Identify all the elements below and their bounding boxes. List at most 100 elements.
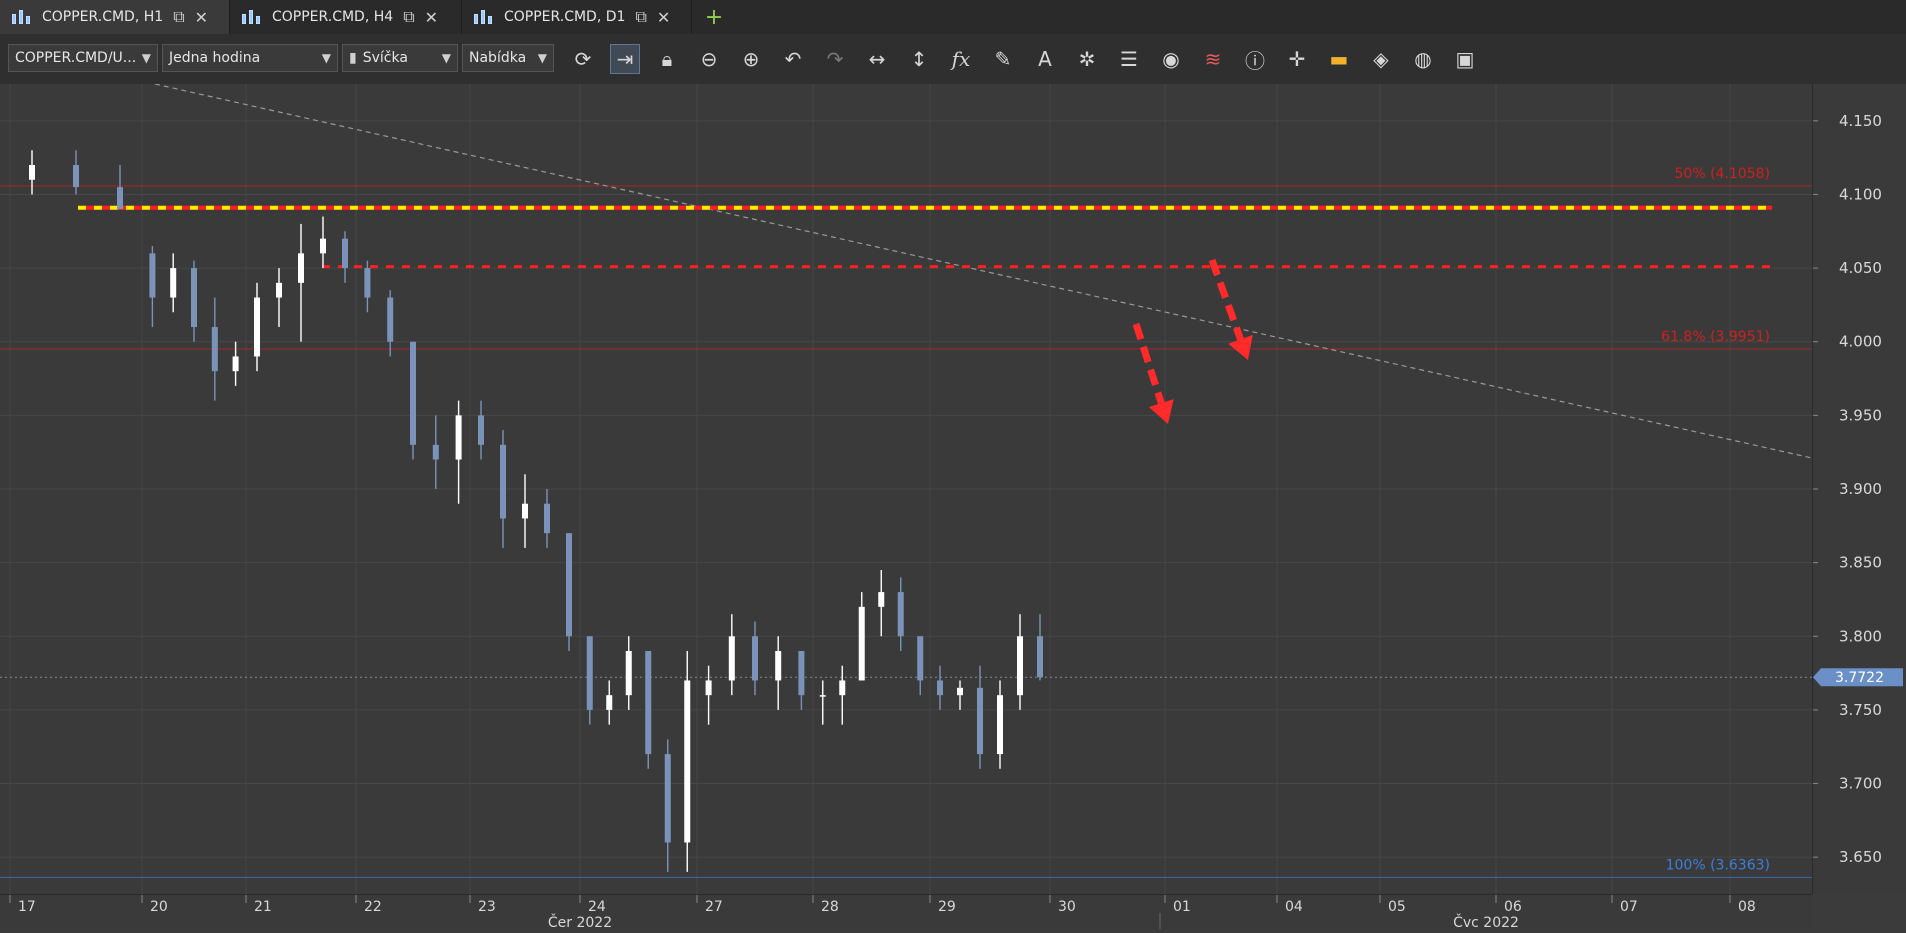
save-icon[interactable]: ▣: [1450, 44, 1480, 74]
close-icon[interactable]: ✕: [657, 8, 670, 27]
detach-icon[interactable]: ⧉: [635, 7, 646, 27]
lock-icon[interactable]: 🔒︎: [652, 44, 682, 74]
candle-body: [645, 651, 652, 755]
text-icon[interactable]: A: [1030, 44, 1060, 74]
candlestick-icon: ▮: [349, 50, 357, 66]
layers-icon[interactable]: ☰: [1114, 44, 1144, 74]
candle-body: [586, 636, 593, 710]
price-tick-label: 4.000: [1839, 333, 1882, 351]
add-chart-icon[interactable]: +: [700, 0, 728, 34]
candle-body: [73, 165, 79, 188]
info-icon[interactable]: ⓘ: [1240, 44, 1270, 74]
redo-icon[interactable]: ↷: [820, 44, 850, 74]
candle-body: [858, 606, 865, 681]
candle-body: [798, 651, 805, 696]
time-tick-label: 06: [1504, 899, 1522, 915]
period-select[interactable]: Jedna hodina ▼: [162, 44, 338, 72]
tab-copper-h4[interactable]: COPPER.CMD, H4 ⧉ ✕: [230, 0, 462, 34]
objects-icon[interactable]: ✲: [1072, 44, 1102, 74]
fib-level-label: 61.8% (3.9951): [1661, 329, 1770, 345]
detach-icon[interactable]: ⧉: [403, 7, 414, 27]
price-axis-svg: 4.150 4.100 4.050 4.000 3.950 3.900 3.850 3.800…: [1813, 112, 1903, 866]
instrument-select[interactable]: COPPER.CMD/U... ▼: [8, 44, 158, 72]
zoom-icon[interactable]: ⊕: [736, 44, 766, 74]
chevron-down-icon: ▼: [141, 51, 151, 65]
detach-icon[interactable]: ⧉: [173, 7, 184, 27]
month-label: Čvc 2022: [1453, 913, 1519, 929]
price-tick-label: 3.900: [1839, 480, 1882, 498]
chart-area[interactable]: 50% (4.1058) 61.8% (3.9951) 100% (3.6363): [0, 83, 1813, 894]
chart-type-value: Svíčka: [362, 50, 408, 66]
candle-body: [977, 687, 983, 755]
close-icon[interactable]: ✕: [425, 8, 438, 27]
candle-body: [455, 415, 462, 460]
time-axis[interactable]: 17 20 21 22 23 24 27 28 29 30 01 04 05 06 07 08 Čer 2022…: [0, 894, 1812, 931]
chart-type-select[interactable]: ▮ Svíčka ▼: [342, 44, 458, 72]
candle-body: [878, 592, 885, 607]
candle-body: [684, 680, 691, 843]
time-tick-label: 29: [938, 899, 956, 915]
autoshift-icon[interactable]: ⇥: [610, 44, 640, 74]
time-tick-label: 21: [254, 899, 272, 915]
vertical-resize-icon[interactable]: ↕: [904, 44, 934, 74]
crosshair-icon[interactable]: ✛: [1282, 44, 1312, 74]
theme-icon[interactable]: ◍: [1408, 44, 1438, 74]
candle-body: [752, 636, 758, 681]
refresh-icon[interactable]: ⟳: [568, 44, 598, 74]
candle-body: [254, 297, 260, 357]
time-tick-label: 24: [588, 899, 606, 915]
tab-copper-h1[interactable]: COPPER.CMD, H1 ⧉ ✕: [0, 0, 230, 34]
horizontal-resize-icon[interactable]: ↔: [862, 44, 892, 74]
candle-body: [232, 356, 239, 372]
candlestick-icon: [10, 9, 32, 25]
indicator-fx-icon[interactable]: fx: [946, 44, 976, 74]
candlestick-icon: [472, 9, 494, 25]
fib-level-label: 50% (4.1058): [1675, 166, 1770, 182]
time-tick-label: 07: [1620, 899, 1638, 915]
current-price-label: 3.7722: [1835, 670, 1884, 686]
chart-toolbar: COPPER.CMD/U... ▼ Jedna hodina ▼ ▮ Svíčk…: [0, 34, 1906, 85]
down-arrow-shaft: [1208, 258, 1244, 341]
month-label: Čer 2022: [548, 913, 612, 929]
candle-body: [775, 651, 782, 681]
tab-copper-d1[interactable]: COPPER.CMD, D1 ⧉ ✕: [462, 0, 692, 34]
candle-body: [211, 327, 218, 372]
candlestick-chart[interactable]: 50% (4.1058) 61.8% (3.9951) 100% (3.6363): [0, 83, 1813, 894]
candle-body: [625, 651, 632, 696]
paint-bucket-icon[interactable]: ◈: [1366, 44, 1396, 74]
candle-body: [728, 636, 735, 681]
candle-body: [410, 341, 416, 445]
price-tick-label: 3.800: [1839, 627, 1882, 645]
price-tick-label: 3.700: [1839, 775, 1882, 793]
price-tick-label: 4.150: [1839, 112, 1882, 130]
candlestick-icon: [240, 9, 262, 25]
zoom-reset-icon[interactable]: ⊖: [694, 44, 724, 74]
fib-level-label: 100% (3.6363): [1666, 857, 1770, 873]
tab-label: COPPER.CMD, H1: [42, 9, 164, 25]
price-tick-label: 4.050: [1839, 259, 1882, 277]
candle-body: [191, 268, 197, 327]
candle-body: [387, 297, 394, 342]
pattern-icon[interactable]: ≋: [1198, 44, 1228, 74]
candle-body: [500, 444, 506, 519]
eye-icon[interactable]: ◉: [1156, 44, 1186, 74]
time-tick-label: 04: [1285, 899, 1303, 915]
time-tick-label: 20: [150, 899, 168, 915]
price-axis[interactable]: 4.150 4.100 4.050 4.000 3.950 3.900 3.850 3.800…: [1812, 84, 1906, 894]
price-tick-label: 3.950: [1839, 406, 1882, 424]
pencil-icon[interactable]: ✎: [988, 44, 1018, 74]
ohlc-bar-icon[interactable]: ▬: [1324, 44, 1354, 74]
undo-icon[interactable]: ↶: [778, 44, 808, 74]
candle-body: [566, 533, 572, 637]
price-side-select[interactable]: Nabídka ▼: [462, 44, 554, 72]
time-tick-label: 28: [821, 899, 839, 915]
tab-bar: COPPER.CMD, H1 ⧉ ✕ COPPER.CMD, H4 ⧉ ✕ CO…: [0, 0, 1906, 35]
close-icon[interactable]: ✕: [195, 8, 208, 27]
time-tick-label: 27: [705, 899, 723, 915]
candle-body: [149, 253, 156, 298]
time-tick-label: 30: [1058, 899, 1076, 915]
price-tick-label: 3.650: [1839, 848, 1882, 866]
period-value: Jedna hodina: [169, 50, 261, 66]
candle-body: [432, 444, 439, 460]
time-axis-svg: 17 20 21 22 23 24 27 28 29 30 01 04 05 06 07 08 Čer 2022…: [9, 895, 1756, 931]
